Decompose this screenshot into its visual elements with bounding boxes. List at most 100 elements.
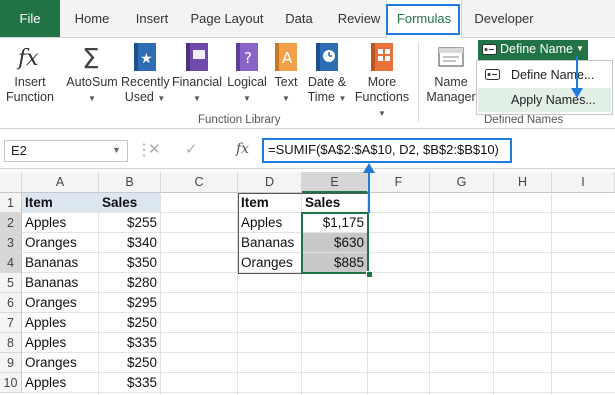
name-manager-icon — [438, 47, 464, 67]
text-button[interactable]: A Text ▼ — [270, 38, 302, 106]
table-cell[interactable]: $335 — [99, 333, 161, 353]
table-cell[interactable]: Oranges — [22, 233, 99, 253]
date-time-label-2: Time — [307, 90, 335, 104]
sigma-icon: Σ — [82, 42, 100, 72]
worksheet-grid[interactable]: A B C D E F G H I 1 2 3 4 5 6 7 8 9 10 I… — [0, 172, 615, 395]
more-functions-book-icon — [371, 43, 393, 71]
calendar-book-icon — [316, 43, 338, 71]
recently-used-caret-icon: ▼ — [157, 94, 166, 103]
more-functions-label-1: More — [367, 75, 397, 89]
row-header[interactable]: 1 — [0, 193, 22, 213]
table-cell[interactable]: $335 — [99, 373, 161, 393]
ribbon-tab-bar: File Home Insert Page Layout Data Review… — [0, 0, 615, 38]
enter-check-icon[interactable]: ✓ — [185, 140, 198, 158]
cancel-icon[interactable]: ✕ — [148, 140, 161, 158]
formula-input[interactable]: =SUMIF($A$2:$A$10, D2, $B$2:$B$10) — [268, 142, 499, 157]
column-header-h[interactable]: H — [494, 172, 552, 193]
column-header-c[interactable]: C — [161, 172, 238, 193]
svg-text:★: ★ — [140, 51, 153, 67]
name-manager-label-2: Manager — [426, 90, 476, 104]
table-cell[interactable]: Apples — [22, 373, 99, 393]
financial-button[interactable]: Financial ▼ — [170, 38, 224, 106]
column-header-b[interactable]: B — [99, 172, 161, 193]
function-library-group-label: Function Library — [198, 114, 281, 126]
logical-button[interactable]: ? Logical ▼ — [224, 38, 270, 106]
row-header[interactable]: 8 — [0, 333, 22, 353]
table-cell[interactable]: Oranges — [22, 353, 99, 373]
tab-file[interactable]: File — [0, 0, 60, 37]
insert-function-label-2: Function — [6, 90, 54, 104]
star-book-icon: ★ — [134, 43, 156, 71]
tab-page-layout[interactable]: Page Layout — [184, 0, 270, 37]
define-name-caret-icon: ▼ — [576, 44, 584, 53]
row-header[interactable]: 2 — [0, 213, 22, 233]
row-header[interactable]: 10 — [0, 373, 22, 393]
row-header[interactable]: 9 — [0, 353, 22, 373]
name-manager-button[interactable]: Name Manager — [424, 38, 478, 105]
table-cell[interactable]: $350 — [99, 253, 161, 273]
table-cell[interactable]: $340 — [99, 233, 161, 253]
table-cell[interactable]: Apples — [22, 213, 99, 233]
insert-function-button[interactable]: fx Insert Function — [2, 38, 58, 105]
tab-data[interactable]: Data — [276, 0, 322, 37]
fill-handle[interactable] — [366, 271, 373, 278]
tab-developer[interactable]: Developer — [466, 0, 542, 37]
table-cell[interactable]: Oranges — [22, 293, 99, 313]
autosum-label: AutoSum — [66, 75, 118, 89]
formula-arrow — [363, 163, 375, 213]
date-time-caret-icon: ▼ — [338, 94, 347, 103]
tab-home[interactable]: Home — [64, 0, 120, 37]
row-header[interactable]: 7 — [0, 313, 22, 333]
table-cell[interactable]: $255 — [99, 213, 161, 233]
table-cell[interactable]: Bananas — [22, 273, 99, 293]
column-header-f[interactable]: F — [368, 172, 430, 193]
table-cell[interactable]: $280 — [99, 273, 161, 293]
more-functions-label-2: Functions — [354, 90, 410, 104]
table-cell[interactable]: Bananas — [22, 253, 99, 273]
apply-names-arrow — [571, 56, 583, 98]
svg-text:Σ: Σ — [82, 42, 100, 72]
logical-label: Logical — [227, 75, 267, 89]
svg-text:A: A — [282, 49, 293, 67]
menu-item-apply-names[interactable]: Apply Names... — [478, 88, 611, 112]
row-header[interactable]: 4 — [0, 253, 22, 273]
logical-caret-icon: ▼ — [243, 94, 251, 103]
column-header-g[interactable]: G — [430, 172, 494, 193]
tab-insert[interactable]: Insert — [124, 0, 180, 37]
define-name-menu: Define Name... Apply Names... — [476, 60, 613, 115]
column-header-i[interactable]: I — [552, 172, 615, 193]
fx-icon: fx — [16, 46, 39, 71]
header-cell[interactable]: Item — [22, 193, 99, 213]
text-book-icon: A — [275, 43, 297, 71]
fx-icon[interactable]: fx — [236, 141, 249, 157]
financial-book-icon — [186, 43, 208, 71]
recently-used-button[interactable]: ★ Recently Used ▼ — [121, 38, 170, 106]
column-header-d[interactable]: D — [238, 172, 302, 193]
svg-text:fx: fx — [16, 46, 39, 71]
logical-book-icon: ? — [236, 43, 258, 71]
table-cell[interactable]: Apples — [22, 333, 99, 353]
recently-used-label-2: Used — [124, 90, 154, 104]
column-header-e[interactable]: E — [302, 172, 368, 193]
menu-item-define-name[interactable]: Define Name... — [477, 63, 612, 87]
more-functions-button[interactable]: More Functions ▼ — [350, 38, 414, 121]
formulas-tab-highlight — [386, 4, 460, 35]
name-box-caret-icon[interactable]: ▼ — [112, 145, 121, 155]
recently-used-label-1: Recently — [121, 75, 170, 89]
table-cell[interactable]: Apples — [22, 313, 99, 333]
select-all-corner[interactable] — [0, 172, 22, 193]
row-header[interactable]: 3 — [0, 233, 22, 253]
table-cell[interactable]: $250 — [99, 353, 161, 373]
table-cell[interactable]: $295 — [99, 293, 161, 313]
autosum-button[interactable]: Σ AutoSum ▼ — [64, 38, 120, 106]
table-cell[interactable]: $250 — [99, 313, 161, 333]
define-name-icon — [482, 44, 497, 55]
row-header[interactable]: 5 — [0, 273, 22, 293]
column-header-a[interactable]: A — [22, 172, 99, 193]
row-header[interactable]: 6 — [0, 293, 22, 313]
date-time-button[interactable]: Date & Time ▼ — [304, 38, 350, 106]
name-box[interactable]: E2 — [4, 140, 128, 162]
header-cell[interactable]: Sales — [99, 193, 161, 213]
tab-review[interactable]: Review — [328, 0, 390, 37]
name-manager-label-1: Name — [434, 75, 468, 89]
